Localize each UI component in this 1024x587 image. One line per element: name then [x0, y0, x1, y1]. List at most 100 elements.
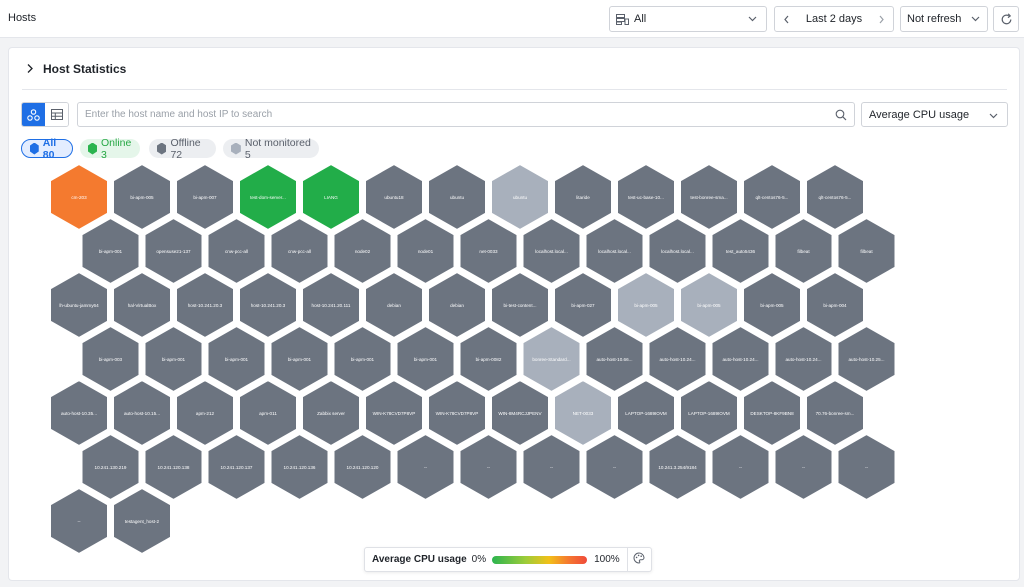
- host-hexagon[interactable]: auto-host-10.66...: [584, 325, 645, 393]
- host-hexagon[interactable]: --: [584, 433, 645, 501]
- host-hexagon[interactable]: lh-ubuntu-jammy64: [49, 271, 109, 339]
- host-name-label: auto-host-10.35...: [61, 411, 97, 416]
- host-name-label: --: [77, 519, 81, 524]
- host-hexagon[interactable]: localhost.local...: [521, 217, 582, 285]
- host-hexagon[interactable]: cnw-pcc-all: [269, 217, 330, 285]
- refresh-interval-select[interactable]: Not refresh: [900, 6, 988, 32]
- host-hexagon[interactable]: bi-apm-001: [143, 325, 204, 393]
- host-hexagon[interactable]: bi-apm-003: [80, 325, 141, 393]
- host-name-label: --: [487, 465, 491, 470]
- host-hexagon[interactable]: 10.241.120.138: [143, 433, 204, 501]
- time-range-picker[interactable]: Last 2 days: [774, 6, 894, 32]
- host-hexagon[interactable]: LAPTOP-1689IOVM: [616, 379, 676, 447]
- host-hexagon[interactable]: node02: [332, 217, 393, 285]
- host-hexagon[interactable]: test-bonree-sma...: [679, 163, 739, 231]
- host-hexagon[interactable]: node01: [395, 217, 456, 285]
- host-hexagon[interactable]: filbeat: [836, 217, 897, 285]
- host-hexagon[interactable]: host-10.241.20.111: [301, 271, 361, 339]
- palette-icon[interactable]: [633, 552, 645, 567]
- host-hexagon[interactable]: bi-apm-001: [206, 325, 267, 393]
- host-hexagon[interactable]: --: [521, 433, 582, 501]
- host-hexagon[interactable]: host-10.241.20.3: [238, 271, 298, 339]
- refresh-interval-value: Not refresh: [907, 13, 962, 25]
- host-hexagon[interactable]: bi-apm-004: [805, 271, 865, 339]
- host-hexagon[interactable]: apm-212: [175, 379, 235, 447]
- host-name-label: 10.241.130.219: [95, 465, 127, 470]
- host-hexagon[interactable]: auto-host-10.24...: [710, 325, 771, 393]
- chevron-right-icon[interactable]: [877, 14, 886, 25]
- host-hexagon[interactable]: auto-host-10.24...: [773, 325, 834, 393]
- host-filter-value: All: [634, 13, 647, 25]
- host-hexagon[interactable]: debian: [427, 271, 487, 339]
- host-hexagon[interactable]: ubuntu: [490, 163, 550, 231]
- host-hexagon[interactable]: debian: [364, 271, 424, 339]
- host-name-label: net-0033: [479, 249, 498, 254]
- host-hexagon[interactable]: bonree-Standard...: [521, 325, 582, 393]
- host-hexagon[interactable]: bi-apm-001: [332, 325, 393, 393]
- host-name-label: bi-apm-001: [288, 357, 312, 362]
- host-hexagon[interactable]: NET-0033: [553, 379, 613, 447]
- host-hexagon[interactable]: testagent_host-2: [112, 487, 172, 555]
- host-hexagon[interactable]: hal-VirtualBox: [112, 271, 172, 339]
- host-hexagon[interactable]: WIN-K78CVD7P8VP: [427, 379, 487, 447]
- host-hexagon[interactable]: test-dom-server...: [238, 163, 298, 231]
- host-hexagon[interactable]: bi-apm-001: [80, 217, 141, 285]
- host-hexagon[interactable]: --: [773, 433, 834, 501]
- host-hexagon[interactable]: 10.241.3.254/9184: [647, 433, 708, 501]
- host-hexagon[interactable]: filbeat: [773, 217, 834, 285]
- host-hexagon[interactable]: test_auto5436: [710, 217, 771, 285]
- reload-button[interactable]: [993, 6, 1019, 32]
- host-hexagon[interactable]: litaride: [553, 163, 613, 231]
- host-name-label: host-10.241.20.111: [312, 303, 351, 308]
- host-hexagon[interactable]: --: [395, 433, 456, 501]
- host-hexagon[interactable]: WIN-K78CVD7P8VP: [364, 379, 424, 447]
- host-hexagon[interactable]: bi-apm-0082: [458, 325, 519, 393]
- host-hexagon[interactable]: bi-apm-005: [679, 271, 739, 339]
- host-hexagon[interactable]: DESKTOP-8KF9BN8: [742, 379, 802, 447]
- host-hexagon[interactable]: --: [49, 487, 109, 555]
- host-hexagon[interactable]: auto-host-10.15...: [112, 379, 172, 447]
- chevron-left-icon[interactable]: [782, 14, 791, 25]
- host-hexagon[interactable]: cnw-pcc-all: [206, 217, 267, 285]
- host-hexagon[interactable]: 10.241.120.120: [332, 433, 393, 501]
- host-hexagon[interactable]: bi-apm-005: [616, 271, 676, 339]
- host-name-label: bi-apm-005: [634, 303, 658, 308]
- host-hexagon[interactable]: bi-apm-001: [395, 325, 456, 393]
- host-hexagon[interactable]: apm-011: [238, 379, 298, 447]
- host-hexagon[interactable]: auto-host-10.25...: [836, 325, 897, 393]
- host-hexagon[interactable]: host-10.241.20.3: [175, 271, 235, 339]
- host-hexagon[interactable]: bi-apm-001: [269, 325, 330, 393]
- host-hexagon[interactable]: ubuntu: [427, 163, 487, 231]
- host-hexagon[interactable]: test-uc-base-10...: [616, 163, 676, 231]
- host-hexagon[interactable]: bi-test-content...: [490, 271, 550, 339]
- host-hexagon[interactable]: --: [836, 433, 897, 501]
- host-hexagon[interactable]: --: [458, 433, 519, 501]
- host-hexagon[interactable]: net-0033: [458, 217, 519, 285]
- host-hexagon[interactable]: localhost.local...: [584, 217, 645, 285]
- legend-max: 100%: [594, 554, 620, 565]
- host-hexagon[interactable]: 10.241.120.136: [269, 433, 330, 501]
- host-hexagon[interactable]: bi-apm-027: [553, 271, 613, 339]
- host-hexagon[interactable]: qlt-centos76-5...: [742, 163, 802, 231]
- host-hexagon[interactable]: bi-apm-005: [742, 271, 802, 339]
- host-hexagon[interactable]: localhost.local...: [647, 217, 708, 285]
- host-filter-select[interactable]: All: [609, 6, 767, 32]
- host-hexagon[interactable]: 10.241.120.137: [206, 433, 267, 501]
- host-hexagon[interactable]: cm-203: [49, 163, 109, 231]
- host-hexagon[interactable]: LIANG: [301, 163, 361, 231]
- host-hexagon[interactable]: LAPTOP-1689IOVM: [679, 379, 739, 447]
- host-name-label: cnw-pcc-all: [225, 249, 248, 254]
- host-hexagon[interactable]: 10.241.130.219: [80, 433, 141, 501]
- host-hexagon[interactable]: bi-apm-007: [175, 163, 235, 231]
- host-hexagon[interactable]: Zabbix server: [301, 379, 361, 447]
- host-hexagon[interactable]: qlt-centos76-5...: [805, 163, 865, 231]
- host-hexagon[interactable]: --: [710, 433, 771, 501]
- host-hexagon[interactable]: WIN-8M4RCJJPENV: [490, 379, 550, 447]
- host-hexagon[interactable]: auto-host-10.35...: [49, 379, 109, 447]
- host-hexagon[interactable]: bi-apm-005: [112, 163, 172, 231]
- host-hexagon[interactable]: 70.76-bonree-sm...: [805, 379, 865, 447]
- host-hexagon[interactable]: opensuse21-137: [143, 217, 204, 285]
- host-name-label: qlt-centos76-5...: [819, 195, 852, 200]
- host-hexagon[interactable]: auto-host-10.24...: [647, 325, 708, 393]
- host-hexagon[interactable]: ubuntu18: [364, 163, 424, 231]
